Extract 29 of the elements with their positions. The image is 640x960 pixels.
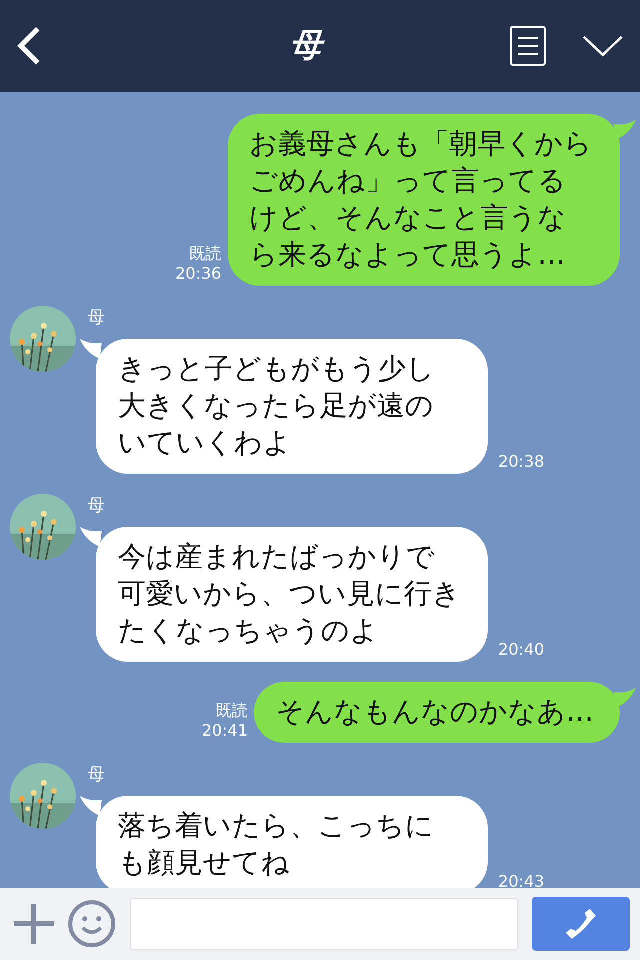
- sender-name: 母: [88, 764, 105, 786]
- bubble-tail: [614, 120, 636, 140]
- bubble-tail: [614, 688, 636, 708]
- message-bubble: 落ち着いたら、こっちにも顔見せてね: [96, 796, 488, 888]
- bubble-tail: [80, 796, 102, 816]
- sender-name: 母: [88, 495, 105, 517]
- menu-icon[interactable]: [510, 26, 546, 66]
- message-time: 20:36: [176, 264, 222, 284]
- message-time: 20:41: [202, 721, 248, 741]
- back-icon[interactable]: [16, 26, 42, 66]
- message-bubble: きっと子どもがもう少し大きくなったら足が遠のいていくわよ: [96, 339, 488, 474]
- phone-icon: [564, 907, 598, 941]
- message-bubble: お義母さんも「朝早くからごめんね」って言ってるけど、そんなこと言うなら来るなよって思うよ…: [228, 114, 620, 286]
- chat-title: 母: [42, 24, 510, 68]
- read-receipt: 既読: [216, 701, 248, 721]
- message-time: 20:40: [498, 640, 544, 660]
- plus-icon[interactable]: [14, 904, 54, 944]
- message-bubble: 今は産まれたばっかりで可愛いから、つい見に行きたくなっちゃうのよ: [96, 527, 488, 662]
- message-time: 20:43: [498, 872, 544, 888]
- call-button[interactable]: [532, 897, 630, 951]
- chevron-down-icon[interactable]: [582, 35, 624, 57]
- emoji-icon[interactable]: [68, 900, 116, 948]
- read-receipt: 既読: [190, 244, 222, 264]
- message-bubble: そんなもんなのかなあ…: [254, 682, 620, 743]
- sender-name: 母: [88, 307, 105, 329]
- bubble-tail: [80, 527, 102, 547]
- bubble-tail: [80, 339, 102, 359]
- message-input[interactable]: [130, 898, 518, 950]
- message-time: 20:38: [498, 452, 544, 472]
